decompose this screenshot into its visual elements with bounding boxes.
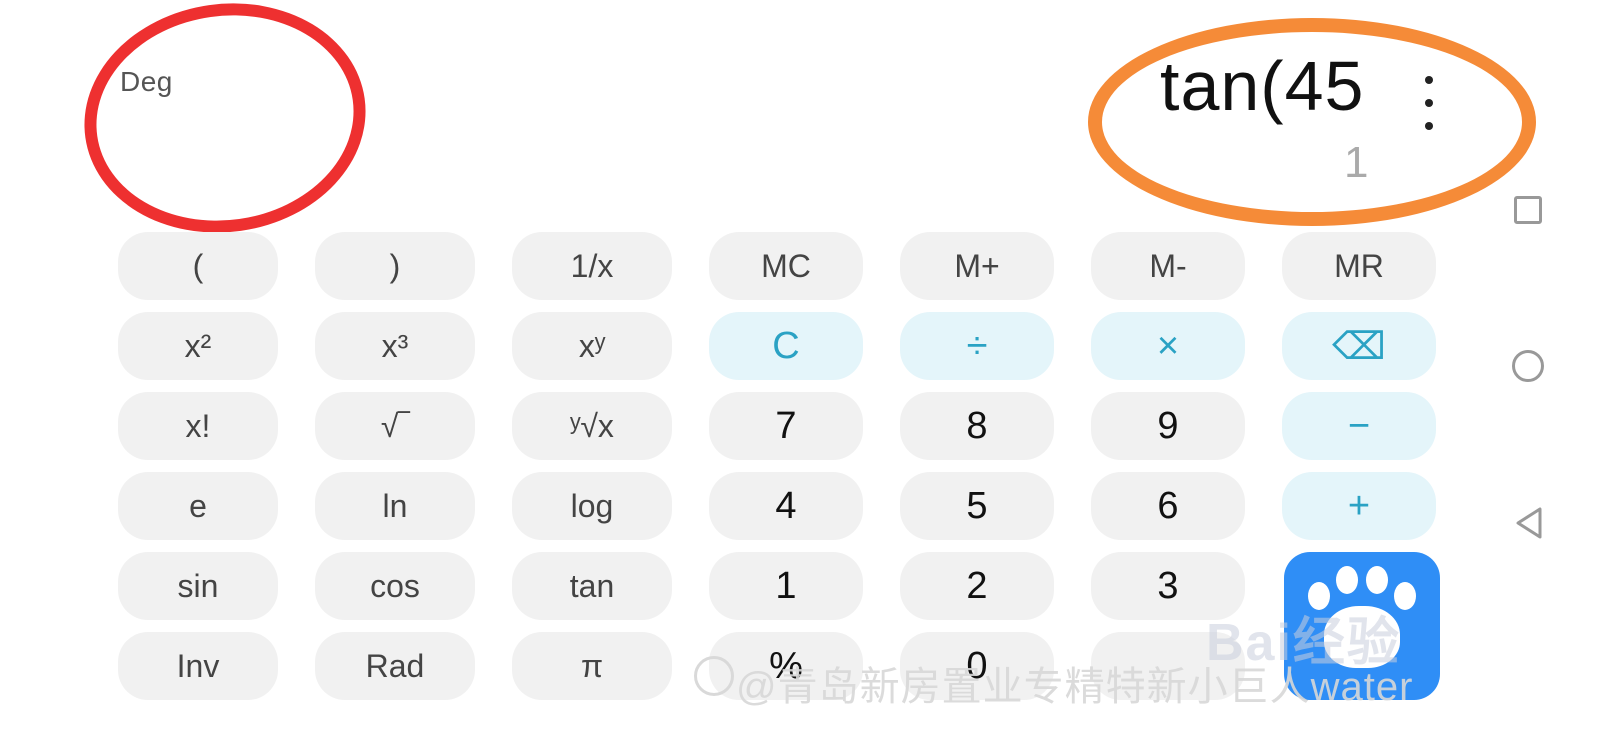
key-1-4[interactable]: ÷ bbox=[900, 312, 1054, 380]
key-3-2[interactable]: log bbox=[512, 472, 672, 540]
triangle-back-icon[interactable] bbox=[1514, 506, 1544, 540]
key-1-5[interactable]: × bbox=[1091, 312, 1245, 380]
more-vert-icon[interactable] bbox=[1414, 76, 1444, 130]
key-1-1[interactable]: x³ bbox=[315, 312, 475, 380]
key-0-2[interactable]: 1/x bbox=[512, 232, 672, 300]
paw-toe bbox=[1366, 566, 1388, 594]
key-2-5[interactable]: 9 bbox=[1091, 392, 1245, 460]
key-4-2[interactable]: tan bbox=[512, 552, 672, 620]
key-4-4[interactable]: 2 bbox=[900, 552, 1054, 620]
expression-display: tan(45 bbox=[1160, 47, 1365, 125]
key-0-5[interactable]: M- bbox=[1091, 232, 1245, 300]
key-0-6[interactable]: MR bbox=[1282, 232, 1436, 300]
key-0-3[interactable]: MC bbox=[709, 232, 863, 300]
key-5-0[interactable]: Inv bbox=[118, 632, 278, 700]
key-3-5[interactable]: 6 bbox=[1091, 472, 1245, 540]
result-preview: 1 bbox=[1344, 138, 1369, 187]
key-4-3[interactable]: 1 bbox=[709, 552, 863, 620]
key-4-1[interactable]: cos bbox=[315, 552, 475, 620]
key-5-2[interactable]: π bbox=[512, 632, 672, 700]
weibo-icon bbox=[694, 656, 734, 696]
key-2-3[interactable]: 7 bbox=[709, 392, 863, 460]
poster-watermark: @青岛新房置业专精特新小巨人water bbox=[736, 665, 1414, 709]
key-1-2[interactable]: xʸ bbox=[512, 312, 672, 380]
red-annotation-circle bbox=[69, 0, 381, 251]
paw-toe bbox=[1336, 566, 1358, 594]
key-3-3[interactable]: 4 bbox=[709, 472, 863, 540]
key-3-4[interactable]: 5 bbox=[900, 472, 1054, 540]
key-1-6[interactable]: ⌫ bbox=[1282, 312, 1436, 380]
key-4-0[interactable]: sin bbox=[118, 552, 278, 620]
circle-icon[interactable] bbox=[1512, 350, 1544, 382]
key-0-0[interactable]: ( bbox=[118, 232, 278, 300]
angle-mode-indicator[interactable]: Deg bbox=[120, 66, 173, 98]
key-2-4[interactable]: 8 bbox=[900, 392, 1054, 460]
key-0-4[interactable]: M+ bbox=[900, 232, 1054, 300]
key-1-0[interactable]: x² bbox=[118, 312, 278, 380]
key-3-6[interactable]: + bbox=[1282, 472, 1436, 540]
key-5-1[interactable]: Rad bbox=[315, 632, 475, 700]
key-2-6[interactable]: − bbox=[1282, 392, 1436, 460]
square-icon[interactable] bbox=[1514, 196, 1542, 224]
key-3-1[interactable]: ln bbox=[315, 472, 475, 540]
key-3-0[interactable]: e bbox=[118, 472, 278, 540]
key-0-1[interactable]: ) bbox=[315, 232, 475, 300]
key-2-0[interactable]: x! bbox=[118, 392, 278, 460]
key-2-2[interactable]: ʸ√x bbox=[512, 392, 672, 460]
key-2-1[interactable]: √‾ bbox=[315, 392, 475, 460]
key-1-3[interactable]: C bbox=[709, 312, 863, 380]
